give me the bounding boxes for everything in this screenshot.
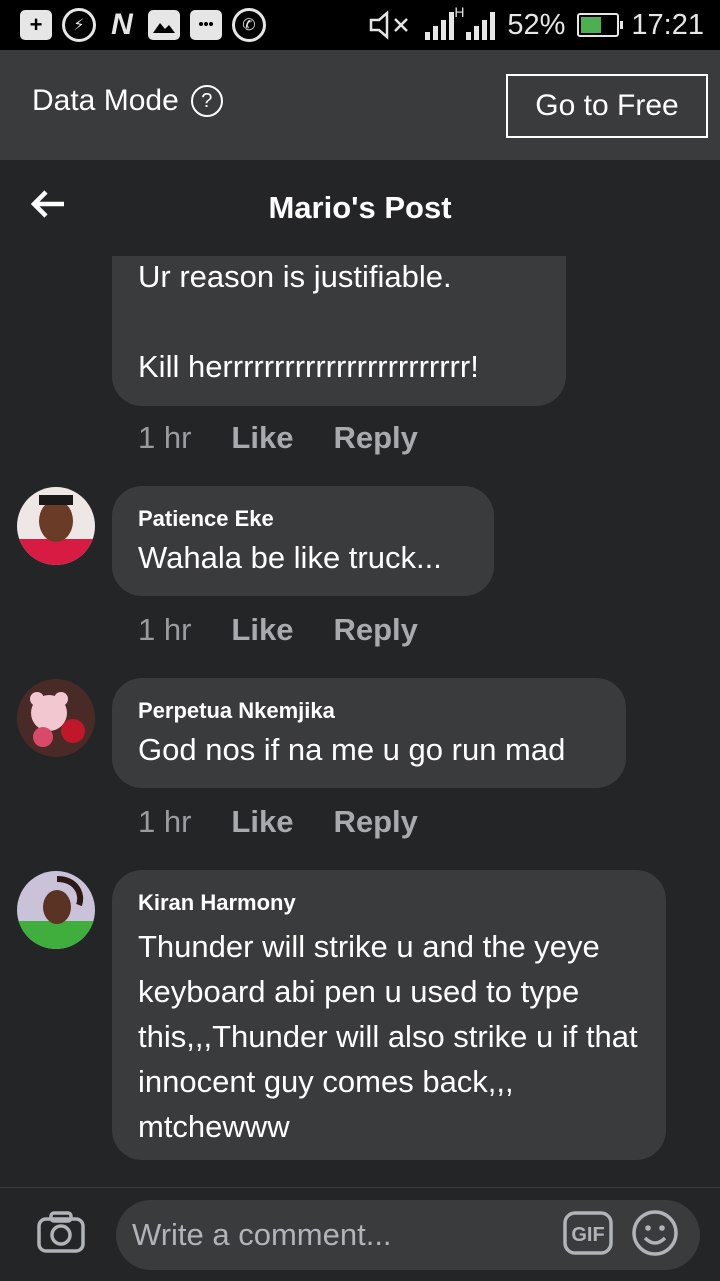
network-type: H	[454, 4, 465, 20]
page-title: Mario's Post	[268, 190, 452, 225]
avatar[interactable]	[17, 679, 95, 757]
comment-time: 1 hr	[138, 420, 192, 455]
comment-bubble[interactable]: Perpetua Nkemjika God nos if na me u go …	[112, 678, 626, 788]
comment-author[interactable]: Patience Eke	[138, 506, 468, 532]
go-to-free-button[interactable]: Go to Free	[506, 74, 708, 138]
gif-label: GIF	[571, 1224, 604, 1246]
like-button[interactable]: Like	[231, 612, 293, 648]
mobile-data-signal: H	[454, 4, 496, 40]
comment-bubble[interactable]: Kiran Harmony Thunder will strike u and …	[112, 870, 666, 1160]
mute-icon	[370, 10, 409, 40]
messenger-icon: ⚡	[62, 8, 96, 42]
comment-text: Wahala be like truck...	[138, 540, 442, 575]
battery-percent: 52%	[507, 8, 566, 41]
comment-text: Thunder will strike u and the yeye keybo…	[138, 929, 638, 1144]
reply-button[interactable]: Reply	[333, 804, 417, 840]
comment-bubble[interactable]: Ur reason is justifiable. Kill herrrrrrr…	[112, 236, 566, 406]
reply-button[interactable]: Reply	[333, 612, 417, 648]
clock: 17:21	[631, 8, 704, 41]
comment-text: God nos if na me u go run mad	[138, 732, 566, 767]
data-mode-label: Data Mode	[32, 84, 179, 117]
comment-author[interactable]: Perpetua Nkemjika	[138, 698, 600, 724]
reply-button[interactable]: Reply	[333, 420, 417, 456]
data-mode-bar: Data Mode ? Go to Free	[0, 50, 720, 160]
comment-actions: 1 hr Like Reply	[138, 420, 418, 456]
image-icon	[148, 10, 180, 40]
avatar[interactable]	[17, 871, 95, 949]
comment-bubble[interactable]: Patience Eke Wahala be like truck...	[112, 486, 494, 596]
system-status: H 52% 17:21	[369, 0, 704, 50]
comment-text: Ur reason is justifiable. Kill herrrrrrr…	[138, 259, 479, 384]
battery-icon	[577, 13, 624, 37]
data-signal-icon	[466, 10, 496, 40]
n-app-icon: N	[111, 8, 133, 41]
notification-icons: + ⚡ N ✆	[0, 8, 266, 42]
camera-icon[interactable]	[36, 1210, 86, 1254]
like-button[interactable]: Like	[231, 420, 293, 456]
whatsapp-icon: ✆	[232, 8, 266, 42]
comment-time: 1 hr	[138, 804, 192, 839]
comment-actions: 1 hr Like Reply	[138, 804, 418, 840]
like-button[interactable]: Like	[231, 804, 293, 840]
emoji-icon[interactable]	[630, 1208, 680, 1258]
gif-icon[interactable]: GIF	[562, 1210, 614, 1256]
comment-author[interactable]: Kiran Harmony	[138, 890, 640, 916]
chat-icon	[190, 10, 222, 40]
signal-icon	[425, 10, 455, 40]
plus-box-icon: +	[20, 10, 52, 40]
comment-actions: 1 hr Like Reply	[138, 612, 418, 648]
avatar[interactable]	[17, 487, 95, 565]
data-mode-label-group: Data Mode ?	[32, 84, 223, 118]
comment-composer: GIF	[0, 1187, 720, 1281]
comment-time: 1 hr	[138, 612, 192, 647]
status-bar: + ⚡ N ✆ H 52% 17:21	[0, 0, 720, 50]
help-icon[interactable]: ?	[190, 85, 223, 117]
